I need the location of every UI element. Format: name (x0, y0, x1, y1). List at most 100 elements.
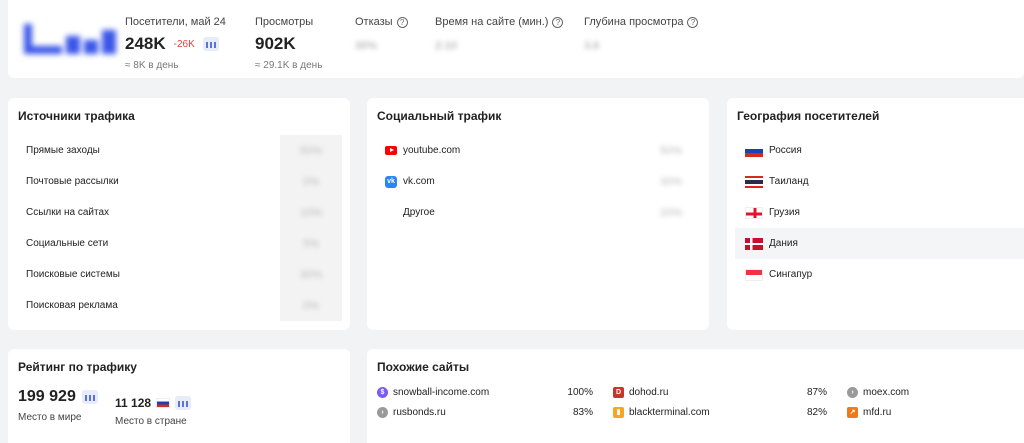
social-value: 50% (659, 144, 683, 157)
time-stat: Время на сайте (мин.)? 2:10 (435, 16, 564, 52)
similar-site-item[interactable]: › rusbonds.ru 83% (377, 403, 593, 421)
source-value: 10% (299, 206, 323, 219)
blackterminal-icon: ▮ (613, 406, 624, 418)
traffic-rating-title: Рейтинг по трафику (18, 360, 137, 374)
geo-label: Таиланд (769, 176, 809, 187)
depth-stat: Глубина просмотра? 3.6 (584, 16, 699, 52)
similar-site-name: blackterminal.com (629, 406, 710, 418)
dohod-icon: D (613, 386, 624, 398)
similar-site-name: dohod.ru (629, 386, 669, 398)
bounce-stat: Отказы? 30% (355, 16, 408, 52)
traffic-source-row[interactable]: Почтовые рассылки 0% (16, 166, 342, 197)
geo-row[interactable]: Грузия (735, 197, 1024, 228)
similar-site-name: moex.com (863, 386, 910, 398)
youtube-icon (385, 146, 397, 155)
geo-row[interactable]: Таиланд (735, 166, 1024, 197)
traffic-rating-card: Рейтинг по трафику 199 929 Место в мире … (8, 349, 350, 443)
similar-site-item[interactable]: ↗ mfd.ru (847, 403, 1017, 421)
source-label: Ссылки на сайтах (26, 207, 110, 218)
traffic-source-row[interactable]: Социальные сети 5% (16, 228, 342, 259)
traffic-sources-title: Источники трафика (18, 109, 135, 123)
traffic-source-row[interactable]: Поисковые системы 30% (16, 259, 342, 290)
georgia-flag-icon (745, 206, 763, 219)
visitors-stat: Посетители, май 24 248K -26K ≈ 8K в день (125, 16, 226, 71)
source-value: 0% (303, 175, 319, 188)
similar-site-name: mfd.ru (863, 406, 892, 418)
visitors-delta: -26K (173, 38, 195, 50)
site-logo (24, 24, 120, 54)
russia-flag-icon (745, 144, 763, 157)
visitors-value: 248K (125, 34, 166, 53)
chart-icon[interactable] (175, 396, 192, 410)
similar-site-item[interactable]: › moex.com (847, 383, 1017, 401)
traffic-source-row[interactable]: Ссылки на сайтах 10% (16, 197, 342, 228)
geo-row[interactable]: Сингапур (735, 259, 1024, 290)
views-stat: Просмотры 902K ≈ 29.1K в день (255, 16, 322, 71)
social-label: vk.com (403, 176, 435, 187)
similar-sites-title: Похожие сайты (377, 360, 470, 374)
similar-site-item[interactable]: ▮ blackterminal.com 82% (613, 403, 827, 421)
country-rank-value: 11 128 (115, 396, 152, 410)
geography-card: География посетителей Россия Таиланд Гру… (727, 98, 1024, 330)
chart-icon[interactable] (202, 37, 219, 51)
geo-label: Грузия (769, 207, 800, 218)
russia-flag-icon (156, 398, 171, 408)
source-value: 5% (303, 237, 319, 250)
denmark-flag-icon (745, 237, 763, 250)
country-rank: 11 128 Место в стране (115, 393, 192, 427)
visitors-daily: ≈ 8K в день (125, 60, 179, 71)
moex-icon: › (847, 386, 858, 398)
thailand-flag-icon (745, 175, 763, 188)
help-icon[interactable]: ? (396, 16, 408, 28)
traffic-source-row[interactable]: Поисковая реклама 0% (16, 290, 342, 321)
similar-site-item[interactable]: Ddohod.ru 87% (613, 383, 827, 401)
views-daily: ≈ 29.1K в день (255, 60, 323, 71)
traffic-sources-card: Источники трафика Прямые заходы 50% Почто… (8, 98, 350, 330)
social-label: Другое (403, 207, 435, 218)
world-rank: 199 929 Место в мире (18, 388, 98, 423)
social-label: youtube.com (403, 145, 461, 156)
source-value: 50% (299, 144, 323, 157)
visitors-label: Посетители, май 24 (125, 16, 226, 28)
social-value: 20% (659, 206, 683, 219)
similar-site-pct: 83% (572, 406, 593, 418)
help-icon[interactable]: ? (552, 16, 564, 28)
similar-site-pct: 87% (806, 386, 827, 398)
geo-row[interactable]: Россия (735, 135, 1024, 166)
source-label: Прямые заходы (26, 145, 100, 156)
similar-site-item[interactable]: $ snowball-income.com 100% (377, 383, 593, 401)
similar-site-name: rusbonds.ru (393, 406, 446, 418)
geo-row[interactable]: Дания (735, 228, 1024, 259)
snowball-icon: $ (377, 386, 388, 398)
rusbonds-icon: › (377, 406, 388, 418)
chart-icon[interactable] (81, 390, 98, 404)
social-traffic-card: Социальный трафик youtube.com 50% vk vk.c… (367, 98, 709, 330)
help-icon[interactable]: ? (687, 16, 699, 28)
geography-title: География посетителей (737, 109, 880, 123)
time-value: 2:10 (435, 40, 458, 52)
similar-site-pct: 100% (567, 386, 593, 398)
source-label: Почтовые рассылки (26, 176, 119, 187)
country-rank-label: Место в стране (115, 416, 187, 427)
time-label: Время на сайте (мин.) (435, 16, 549, 28)
bounce-value: 30% (355, 40, 378, 52)
source-label: Поисковые системы (26, 269, 120, 280)
source-label: Поисковая реклама (26, 300, 118, 311)
world-rank-value: 199 929 (18, 388, 76, 405)
views-label: Просмотры (255, 16, 314, 28)
social-value: 30% (659, 175, 683, 188)
social-row[interactable]: youtube.com 50% (375, 135, 701, 166)
bounce-label: Отказы (355, 16, 393, 28)
traffic-source-row[interactable]: Прямые заходы 50% (16, 135, 342, 166)
depth-value: 3.6 (584, 40, 600, 52)
similar-sites-card: Похожие сайты $ snowball-income.com 100% … (367, 349, 1024, 443)
social-row[interactable]: Другое 20% (375, 197, 701, 228)
social-row[interactable]: vk vk.com 30% (375, 166, 701, 197)
geo-label: Сингапур (769, 269, 813, 280)
geo-label: Дания (769, 238, 798, 249)
vk-icon: vk (385, 175, 397, 188)
geo-label: Россия (769, 145, 802, 156)
mfd-icon: ↗ (847, 406, 858, 418)
source-value: 30% (299, 268, 323, 281)
source-value: 0% (303, 299, 319, 312)
